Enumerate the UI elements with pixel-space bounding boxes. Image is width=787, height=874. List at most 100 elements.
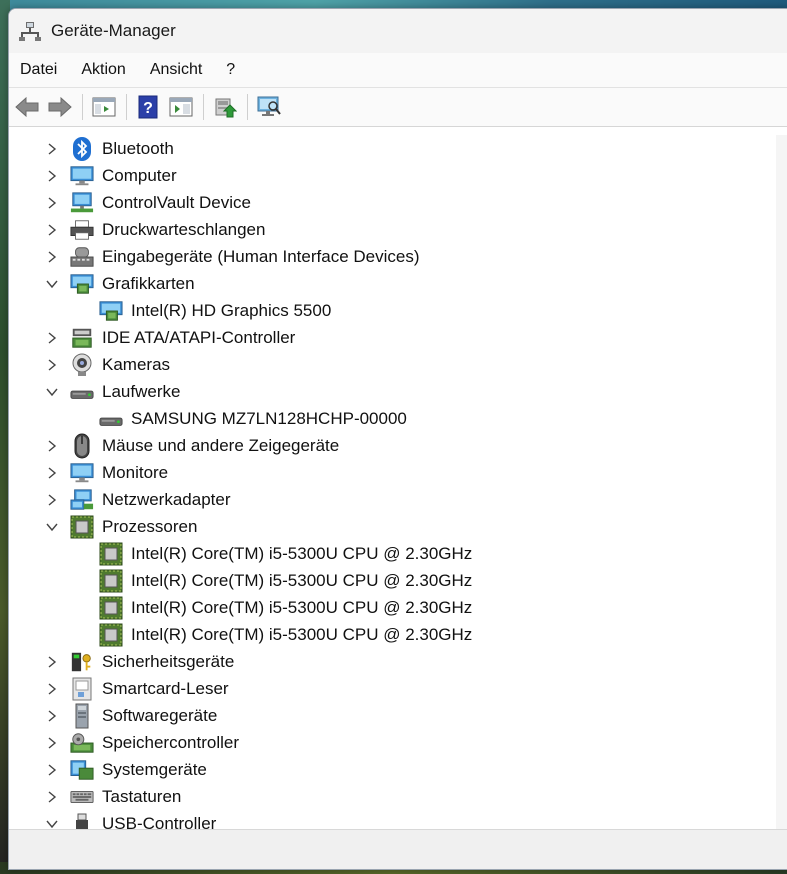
tree-device-item[interactable]: Intel(R) Core(TM) i5-5300U CPU @ 2.30GHz: [9, 540, 787, 567]
tree-device-item[interactable]: SAMSUNG MZ7LN128HCHP-00000: [9, 405, 787, 432]
processor-icon: [99, 623, 123, 647]
controlvault-icon: [70, 191, 94, 215]
disk-drive-icon: [70, 380, 94, 404]
help-icon[interactable]: ?: [133, 92, 163, 122]
tree-item-label: Monitore: [102, 462, 169, 482]
tree-category[interactable]: Grafikkarten: [9, 270, 787, 297]
menu-bar: Datei Aktion Ansicht ?: [9, 53, 787, 88]
monitor-icon: [70, 461, 94, 485]
chevron-right-icon[interactable]: [43, 788, 61, 806]
title-bar[interactable]: Geräte-Manager: [9, 9, 787, 53]
tree-device-item[interactable]: Intel(R) Core(TM) i5-5300U CPU @ 2.30GHz: [9, 594, 787, 621]
svg-text:?: ?: [143, 100, 153, 117]
tree-category[interactable]: Bluetooth: [9, 135, 787, 162]
tree-category[interactable]: Eingabegeräte (Human Interface Devices): [9, 243, 787, 270]
tree-category[interactable]: Speichercontroller: [9, 729, 787, 756]
console-tree-icon[interactable]: [89, 92, 119, 122]
chevron-right-icon[interactable]: [43, 221, 61, 239]
menu-aktion[interactable]: Aktion: [69, 53, 137, 87]
software-device-icon: [70, 703, 94, 728]
back-icon[interactable]: [12, 92, 42, 122]
chevron-right-icon[interactable]: [43, 437, 61, 455]
tree-category[interactable]: Smartcard-Leser: [9, 675, 787, 702]
chevron-right-icon[interactable]: [43, 140, 61, 158]
tree-item-label: Computer: [102, 165, 177, 185]
tree-item-label: Sicherheitsgeräte: [102, 651, 235, 671]
vertical-scrollbar[interactable]: [776, 135, 787, 829]
chevron-right-icon[interactable]: [43, 194, 61, 212]
usb-icon: [70, 812, 94, 829]
tree-category[interactable]: Laufwerke: [9, 378, 787, 405]
chevron-right-icon[interactable]: [43, 356, 61, 374]
tree-category[interactable]: Druckwarteschlangen: [9, 216, 787, 243]
chevron-down-icon[interactable]: [43, 383, 61, 401]
chevron-right-icon[interactable]: [43, 167, 61, 185]
printer-icon: [70, 218, 94, 242]
tree-category[interactable]: Systemgeräte: [9, 756, 787, 783]
tree-item-label: Intel(R) HD Graphics 5500: [131, 300, 332, 320]
menu-datei[interactable]: Datei: [9, 53, 69, 87]
toolbar-separator: [126, 94, 127, 120]
network-adapter-icon: [70, 488, 94, 512]
chevron-down-icon[interactable]: [43, 815, 61, 830]
tree-device-item[interactable]: Intel(R) Core(TM) i5-5300U CPU @ 2.30GHz: [9, 621, 787, 648]
chevron-right-icon[interactable]: [43, 707, 61, 725]
menu-ansicht[interactable]: Ansicht: [138, 53, 214, 87]
bluetooth-icon: [70, 136, 94, 161]
tree-item-label: Intel(R) Core(TM) i5-5300U CPU @ 2.30GHz: [131, 543, 473, 563]
update-driver-icon[interactable]: [210, 92, 240, 122]
tree-category[interactable]: Netzwerkadapter: [9, 486, 787, 513]
tree-item-label: Smartcard-Leser: [102, 678, 229, 698]
tree-item-label: Eingabegeräte (Human Interface Devices): [102, 246, 420, 266]
processor-icon: [70, 515, 94, 539]
tree-category[interactable]: Kameras: [9, 351, 787, 378]
tree-item-label: Intel(R) Core(TM) i5-5300U CPU @ 2.30GHz: [131, 624, 473, 644]
disk-drive-icon: [99, 407, 123, 431]
chevron-down-icon[interactable]: [43, 275, 61, 293]
device-manager-app-icon: [19, 20, 41, 42]
tree-item-label: Softwaregeräte: [102, 705, 218, 725]
tree-category[interactable]: IDE ATA/ATAPI-Controller: [9, 324, 787, 351]
properties-icon[interactable]: [166, 92, 196, 122]
tree-item-label: Bluetooth: [102, 138, 174, 158]
chevron-right-icon[interactable]: [43, 653, 61, 671]
tree-category[interactable]: Monitore: [9, 459, 787, 486]
tree-item-label: Intel(R) Core(TM) i5-5300U CPU @ 2.30GHz: [131, 570, 473, 590]
tree-category[interactable]: ControlVault Device: [9, 189, 787, 216]
tree-category[interactable]: Tastaturen: [9, 783, 787, 810]
tree-item-label: ControlVault Device: [102, 192, 251, 212]
tree-category[interactable]: Computer: [9, 162, 787, 189]
status-bar: [9, 829, 787, 869]
chevron-right-icon[interactable]: [43, 734, 61, 752]
chevron-right-icon[interactable]: [43, 680, 61, 698]
tree-item-label: Kameras: [102, 354, 171, 374]
tree-item-label: SAMSUNG MZ7LN128HCHP-00000: [131, 408, 407, 428]
tree-category[interactable]: USB-Controller: [9, 810, 787, 829]
chevron-right-icon[interactable]: [43, 491, 61, 509]
tree-item-label: Druckwarteschlangen: [102, 219, 266, 239]
tree-category[interactable]: Softwaregeräte: [9, 702, 787, 729]
tree-item-label: Systemgeräte: [102, 759, 207, 779]
camera-icon: [70, 353, 94, 377]
toolbar: ?: [9, 88, 787, 127]
tree-category[interactable]: Prozessoren: [9, 513, 787, 540]
processor-icon: [99, 542, 123, 566]
chevron-down-icon[interactable]: [43, 518, 61, 536]
tree-category[interactable]: Mäuse und andere Zeigegeräte: [9, 432, 787, 459]
tree-device-item[interactable]: Intel(R) Core(TM) i5-5300U CPU @ 2.30GHz: [9, 567, 787, 594]
display-adapter-icon: [99, 299, 123, 323]
tree-device-item[interactable]: Intel(R) HD Graphics 5500: [9, 297, 787, 324]
device-manager-window: Geräte-Manager Datei Aktion Ansicht ? ?: [8, 8, 787, 870]
tree-item-label: USB-Controller: [102, 813, 217, 830]
chevron-right-icon[interactable]: [43, 248, 61, 266]
tree-category[interactable]: Sicherheitsgeräte: [9, 648, 787, 675]
menu-help[interactable]: ?: [214, 53, 247, 87]
storage-controller-icon: [70, 731, 94, 755]
chevron-right-icon[interactable]: [43, 761, 61, 779]
scan-hardware-icon[interactable]: [254, 92, 284, 122]
smartcard-reader-icon: [70, 677, 94, 701]
forward-icon[interactable]: [45, 92, 75, 122]
toolbar-separator: [82, 94, 83, 120]
chevron-right-icon[interactable]: [43, 464, 61, 482]
chevron-right-icon[interactable]: [43, 329, 61, 347]
